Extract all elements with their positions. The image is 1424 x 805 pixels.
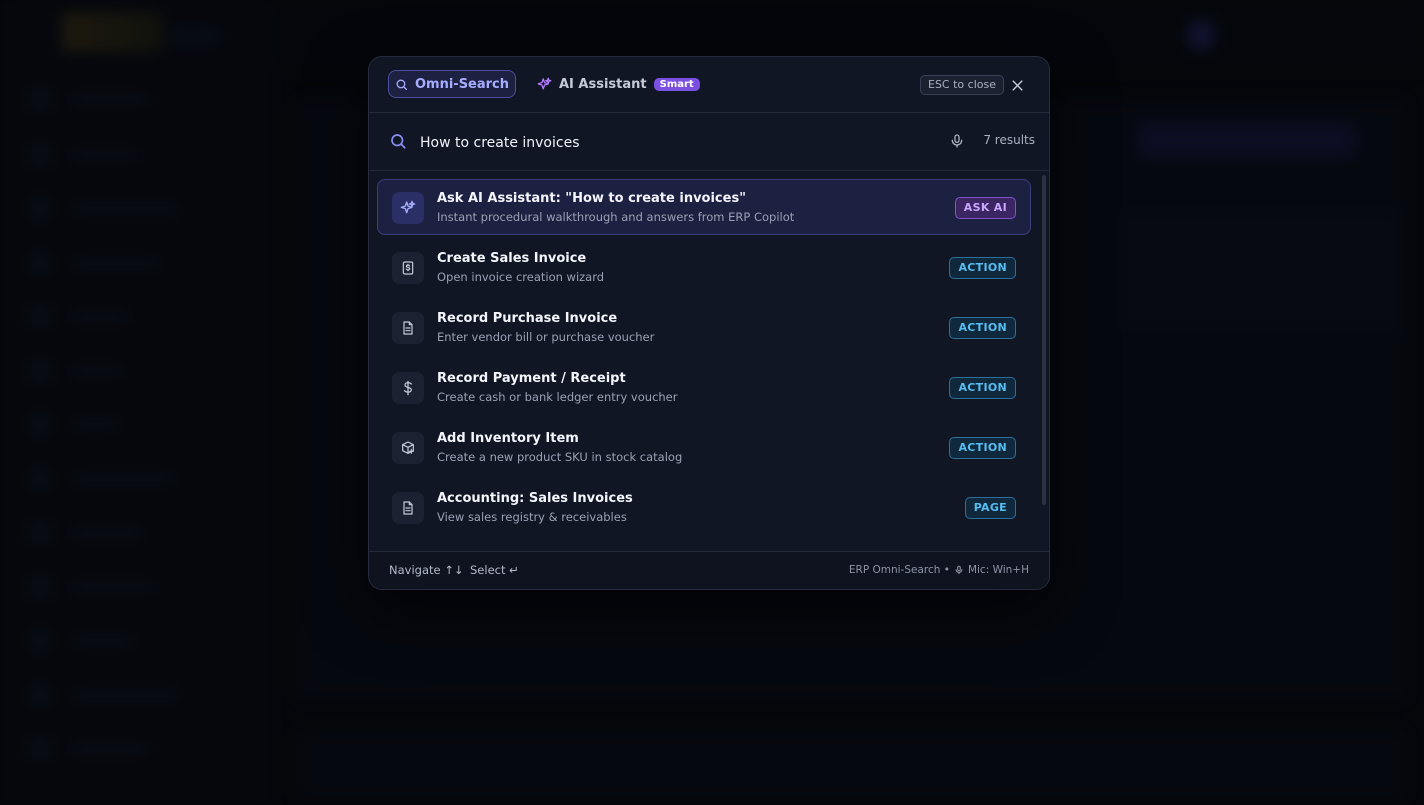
mic-shortcut-hint: Mic: Win+H (967, 564, 1029, 576)
result-badge: ACTION (949, 377, 1016, 399)
result-subtitle: Create cash or bank ledger entry voucher (437, 390, 678, 404)
search-row: 7 results (369, 113, 1049, 171)
select-hint: Select ↵ (470, 563, 519, 577)
navigate-hint: Navigate ↑↓ (389, 563, 464, 577)
result-title: Add Inventory Item (437, 431, 579, 446)
result-title: Create Sales Invoice (437, 251, 587, 266)
result-subtitle: Open invoice creation wizard (437, 270, 605, 284)
result-subtitle: Create a new product SKU in stock catalo… (437, 450, 683, 464)
tab-ai-assistant-label: AI Assistant (559, 76, 647, 92)
modal-footer: Navigate ↑↓ Select ↵ ERP Omni-Search • M… (369, 551, 1049, 589)
results-list: Ask AI Assistant: "How to create invoice… (369, 171, 1049, 551)
close-button[interactable] (1007, 75, 1027, 95)
result-title: Record Purchase Invoice (437, 311, 618, 326)
result-badge: ACTION (949, 437, 1016, 459)
result-badge: PAGE (964, 497, 1016, 519)
result-icon (392, 372, 424, 404)
tab-omni-search-label: Omni-Search (414, 76, 510, 92)
result-icon (392, 312, 424, 344)
result-record-purchase-invoice[interactable]: Record Purchase Invoice Enter vendor bil… (377, 299, 1031, 355)
close-icon (1011, 79, 1023, 91)
result-icon (392, 492, 424, 524)
result-title: Ask AI Assistant: "How to create invoice… (437, 191, 746, 206)
result-title: Record Payment / Receipt (437, 371, 626, 386)
invoice-icon (402, 261, 414, 275)
microphone-button[interactable] (949, 132, 965, 154)
results-scrollbar[interactable] (1042, 175, 1046, 505)
result-badge: ACTION (949, 257, 1016, 279)
tab-omni-search[interactable]: Omni-Search (388, 70, 516, 98)
search-input[interactable] (418, 129, 842, 157)
omni-search-modal: Omni-Search AI Assistant Smart ESC to cl… (368, 56, 1050, 590)
smart-badge: Smart (653, 77, 700, 91)
search-icon (396, 79, 408, 90)
result-icon (392, 252, 424, 284)
result-create-sales-invoice[interactable]: Create Sales Invoice Open invoice creati… (377, 239, 1031, 295)
result-subtitle: Instant procedural walkthrough and answe… (437, 210, 795, 224)
search-icon (391, 134, 406, 149)
search-field-icon (389, 132, 407, 154)
footer-right: ERP Omni-Search • Mic: Win+H (849, 564, 1029, 576)
result-ask-ai[interactable]: Ask AI Assistant: "How to create invoice… (377, 179, 1031, 235)
result-record-payment[interactable]: Record Payment / Receipt Create cash or … (377, 359, 1031, 415)
result-accounting-sales-invoices[interactable]: Accounting: Sales Invoices View sales re… (377, 479, 1031, 535)
footer-brand: ERP Omni-Search • (848, 564, 950, 576)
document-icon (403, 321, 413, 335)
result-icon (392, 432, 424, 464)
result-count: 7 results (983, 133, 1035, 147)
dollar-icon (403, 380, 412, 396)
result-add-inventory-item[interactable]: Add Inventory Item Create a new product … (377, 419, 1031, 475)
package-plus-icon (402, 441, 414, 454)
result-title: Accounting: Sales Invoices (437, 491, 633, 506)
sparkle-icon (537, 77, 552, 89)
microphone-icon (955, 565, 963, 575)
microphone-icon (951, 134, 963, 148)
result-icon (392, 192, 424, 224)
result-subtitle: Enter vendor bill or purchase voucher (437, 330, 655, 344)
sparkle-icon (400, 200, 416, 214)
result-subtitle: View sales registry & receivables (437, 510, 627, 524)
result-badge: ACTION (949, 317, 1016, 339)
modal-header: Omni-Search AI Assistant Smart ESC to cl… (369, 57, 1049, 113)
esc-hint: ESC to close (920, 75, 1004, 95)
result-badge: ASK AI (954, 197, 1016, 219)
tab-ai-assistant[interactable]: AI Assistant Smart (537, 70, 700, 98)
document-icon (403, 501, 413, 515)
